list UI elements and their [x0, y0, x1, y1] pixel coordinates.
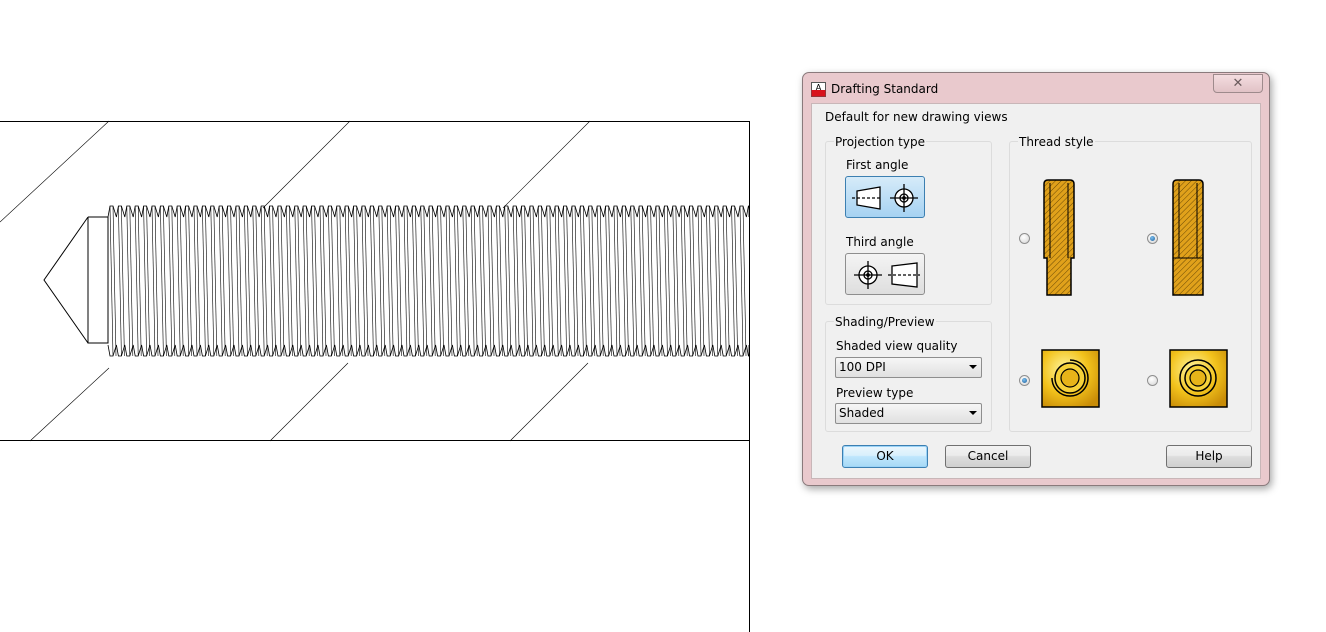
preview-type-label: Preview type	[836, 386, 914, 400]
preview-type-value: Shaded	[839, 406, 885, 420]
help-button[interactable]: Help	[1166, 445, 1252, 468]
first-angle-button[interactable]	[845, 176, 925, 218]
thread-end-left-radio[interactable]	[1019, 375, 1030, 386]
thread-style-group: Thread style	[1009, 135, 1252, 432]
svg-text:A: A	[816, 83, 822, 92]
thread-section-left-radio[interactable]	[1019, 233, 1030, 244]
first-angle-projection-icon	[852, 184, 918, 212]
screw-thread-crests	[109, 205, 747, 357]
autocad-app-icon: A	[811, 82, 826, 97]
close-button[interactable]: ✕	[1213, 74, 1263, 93]
dialog-client-area: Default for new drawing views Projection…	[811, 103, 1261, 479]
third-angle-label: Third angle	[846, 235, 914, 249]
thread-end-left-thumbnail[interactable]	[1041, 349, 1101, 409]
thread-section-right-thumbnail[interactable]	[1170, 179, 1210, 297]
shaded-view-quality-value: 100 DPI	[839, 360, 886, 374]
first-angle-label: First angle	[846, 158, 909, 172]
thread-end-right-radio[interactable]	[1147, 375, 1158, 386]
intro-label: Default for new drawing views	[825, 110, 1008, 124]
cancel-button[interactable]: Cancel	[945, 445, 1031, 468]
thread-end-right-thumbnail[interactable]	[1169, 349, 1229, 409]
third-angle-button[interactable]	[845, 253, 925, 295]
dialog-titlebar[interactable]: A Drafting Standard ✕	[803, 73, 1269, 103]
shading-preview-label: Shading/Preview	[834, 315, 936, 329]
thread-section-right-radio[interactable]	[1147, 233, 1158, 244]
screw-cone-tip	[43, 216, 109, 344]
ok-button[interactable]: OK	[842, 445, 928, 468]
shaded-view-quality-select[interactable]: 100 DPI	[835, 357, 982, 378]
shaded-view-quality-label: Shaded view quality	[836, 339, 958, 353]
chevron-down-icon	[969, 411, 977, 415]
chevron-down-icon	[969, 365, 977, 369]
drafting-standard-dialog: A Drafting Standard ✕ Default for new dr…	[802, 72, 1270, 486]
thread-style-label: Thread style	[1018, 135, 1095, 149]
projection-type-label: Projection type	[834, 135, 926, 149]
preview-type-select[interactable]: Shaded	[835, 403, 982, 424]
shading-preview-group: Shading/Preview Shaded view quality 100 …	[825, 315, 992, 432]
projection-type-group: Projection type First angle Third angle	[825, 135, 992, 305]
drawing-canvas[interactable]	[0, 0, 760, 632]
close-icon: ✕	[1232, 76, 1244, 91]
dialog-title: Drafting Standard	[831, 82, 939, 96]
third-angle-projection-icon	[854, 261, 920, 289]
thread-section-left-thumbnail[interactable]	[1040, 179, 1080, 297]
